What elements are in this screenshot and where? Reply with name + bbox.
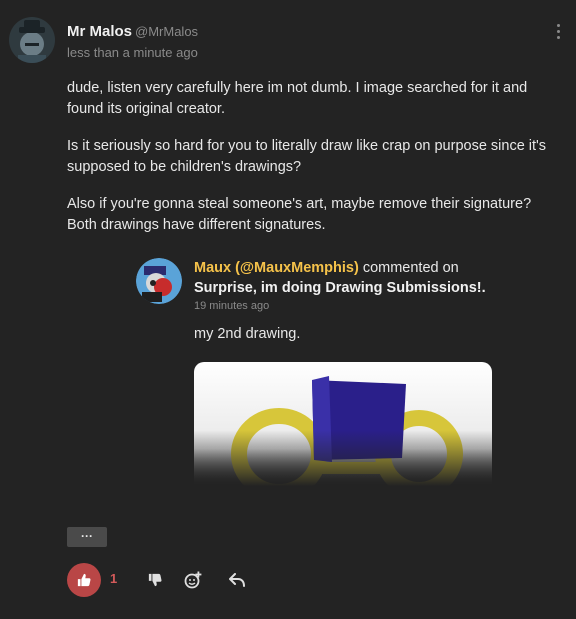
add-reaction-button[interactable] (183, 570, 203, 590)
thumbs-up-icon (77, 573, 91, 587)
author-handle[interactable]: @MrMalos (135, 24, 198, 39)
author-name[interactable]: Mr Malos @MrMalos (67, 23, 198, 40)
embed-user-link[interactable]: Maux (@MauxMemphis) (194, 260, 359, 276)
dislike-button[interactable] (145, 570, 165, 590)
embed-avatar[interactable] (136, 258, 182, 304)
reply-button[interactable] (227, 570, 247, 590)
expand-more-button[interactable]: ··· (67, 527, 107, 547)
post-paragraph: Also if you're gonna steal someone's art… (67, 196, 532, 233)
embed-topic-title[interactable]: Surprise, im doing Drawing Submissions!. (194, 280, 486, 296)
post-actions: 1 (67, 563, 367, 597)
post-paragraph: Is it seriously so hard for you to liter… (67, 138, 547, 175)
post-paragraph: dude, listen very carefully here im not … (67, 80, 528, 117)
post-timestamp: less than a minute ago (67, 45, 198, 60)
kebab-menu-icon[interactable] (554, 24, 562, 42)
author-avatar[interactable] (9, 17, 55, 63)
reply-arrow-icon (229, 573, 245, 587)
like-button[interactable] (67, 563, 101, 597)
author-name-text[interactable]: Mr Malos (67, 23, 132, 40)
post-body: dude, listen very carefully here im not … (67, 78, 557, 252)
thumbs-down-icon (148, 573, 162, 587)
embed-text: my 2nd drawing. (194, 326, 301, 342)
like-count: 1 (110, 571, 118, 586)
embed-timestamp: 19 minutes ago (194, 300, 270, 312)
add-reaction-icon (184, 571, 202, 589)
embedded-comment[interactable]: Maux (@MauxMemphis) commented on Surpris… (136, 256, 496, 496)
embed-drawing-image[interactable] (194, 362, 492, 486)
embed-action-text: commented on (358, 260, 459, 276)
comment-post: Mr Malos @MrMalos less than a minute ago … (0, 0, 576, 619)
embed-header: Maux (@MauxMemphis) commented on (194, 260, 459, 276)
